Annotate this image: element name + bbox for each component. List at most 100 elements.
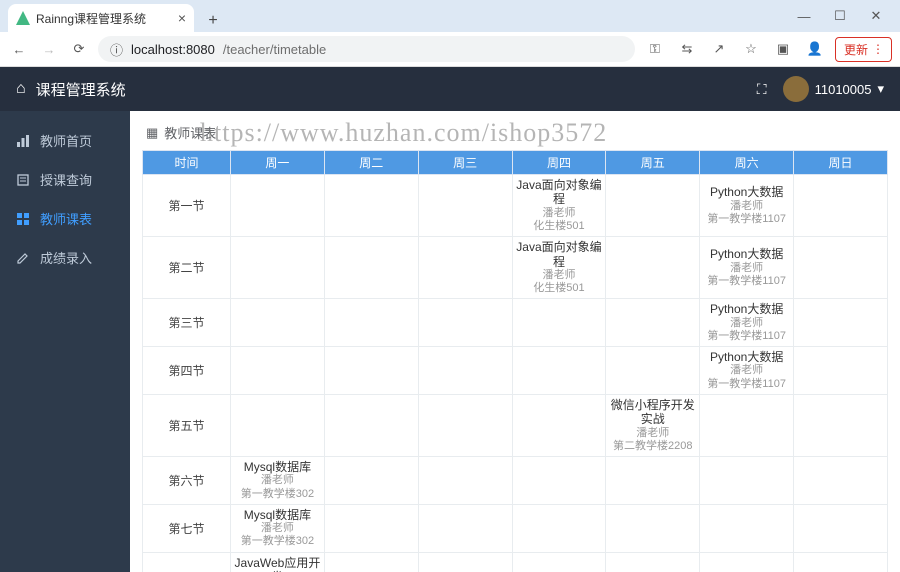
timetable-cell xyxy=(231,175,325,237)
course-name: Python大数据 xyxy=(702,350,791,364)
menu-dots-icon: ⋮ xyxy=(872,42,883,56)
timetable-cell xyxy=(324,237,418,299)
panel-header: ▦ 教师课表 xyxy=(142,121,888,150)
tab-title: Rainng课程管理系统 xyxy=(36,10,172,27)
timetable-cell xyxy=(231,347,325,395)
timetable-cell xyxy=(512,552,606,572)
timetable-header-time: 时间 xyxy=(143,151,231,175)
timetable-cell xyxy=(324,299,418,347)
timetable-cell xyxy=(606,299,700,347)
course-room: 第一教学楼1107 xyxy=(702,378,791,391)
course-teacher: 潘老师 xyxy=(702,317,791,330)
timetable-header-day: 周四 xyxy=(512,151,606,175)
timetable-header-day: 周二 xyxy=(324,151,418,175)
notes-icon xyxy=(16,173,30,187)
timetable-cell: Python大数据潘老师第一教学楼1107 xyxy=(700,299,794,347)
sidebar: 教师首页 授课查询 教师课表 成绩录入 xyxy=(0,111,130,572)
course-room: 第一教学楼1107 xyxy=(702,330,791,343)
course-teacher: 潘老师 xyxy=(233,522,322,535)
period-cell: 第七节 xyxy=(143,504,231,552)
timetable-cell xyxy=(418,394,512,456)
timetable-cell xyxy=(700,504,794,552)
timetable-cell xyxy=(324,175,418,237)
site-info-icon[interactable]: ⓘ xyxy=(110,40,123,59)
timetable-cell xyxy=(794,299,888,347)
bookmark-icon[interactable]: ☆ xyxy=(739,37,763,61)
tab-close-icon[interactable]: × xyxy=(178,10,186,26)
timetable-cell: Python大数据潘老师第一教学楼1107 xyxy=(700,347,794,395)
panel-title: 教师课表 xyxy=(164,123,216,142)
url-path: /teacher/timetable xyxy=(223,42,326,57)
course-name: Python大数据 xyxy=(702,185,791,199)
timetable-cell: Mysql数据库潘老师第一教学楼302 xyxy=(231,504,325,552)
edit-icon xyxy=(16,251,30,265)
period-cell: 第五节 xyxy=(143,394,231,456)
key-icon[interactable]: ⚿ xyxy=(643,37,667,61)
timetable-cell xyxy=(324,504,418,552)
translate-icon[interactable]: ⇆ xyxy=(675,37,699,61)
timetable-cell xyxy=(794,347,888,395)
browser-tab-strip: Rainng课程管理系统 × + — ☐ ✕ xyxy=(0,0,900,32)
sidebar-item-grade-entry[interactable]: 成绩录入 xyxy=(0,238,130,277)
window-close-icon[interactable]: ✕ xyxy=(868,8,884,24)
timetable-cell xyxy=(512,347,606,395)
timetable-cell xyxy=(512,299,606,347)
url-bar[interactable]: ⓘ localhost:8080/teacher/timetable xyxy=(98,36,635,62)
timetable-row: 第二节Java面向对象编程潘老师化生楼501Python大数据潘老师第一教学楼1… xyxy=(143,237,888,299)
update-button[interactable]: 更新 ⋮ xyxy=(835,37,892,62)
timetable-header-day: 周六 xyxy=(700,151,794,175)
nav-reload-icon[interactable]: ⟳ xyxy=(68,38,90,60)
timetable-header-day: 周三 xyxy=(418,151,512,175)
course-room: 化生楼501 xyxy=(515,220,604,233)
grid-icon xyxy=(16,212,30,226)
sidebar-item-course-query[interactable]: 授课查询 xyxy=(0,160,130,199)
timetable-cell xyxy=(418,237,512,299)
home-icon[interactable]: ⌂ xyxy=(16,80,26,98)
timetable-cell xyxy=(794,552,888,572)
timetable-cell xyxy=(418,552,512,572)
fullscreen-icon[interactable]: ⛶ xyxy=(757,81,767,98)
new-tab-button[interactable]: + xyxy=(202,10,224,32)
timetable-cell xyxy=(418,175,512,237)
period-cell: 第三节 xyxy=(143,299,231,347)
user-menu[interactable]: 11010005 ▾ xyxy=(783,76,884,102)
timetable-cell xyxy=(606,237,700,299)
timetable-cell: Mysql数据库潘老师第一教学楼302 xyxy=(231,457,325,505)
timetable-cell xyxy=(700,394,794,456)
timetable-cell xyxy=(794,504,888,552)
window-maximize-icon[interactable]: ☐ xyxy=(832,8,848,24)
sidebar-item-timetable[interactable]: 教师课表 xyxy=(0,199,130,238)
window-minimize-icon[interactable]: — xyxy=(796,9,812,24)
period-cell: 第二节 xyxy=(143,237,231,299)
sidepanel-icon[interactable]: ▣ xyxy=(771,37,795,61)
timetable-cell xyxy=(606,504,700,552)
app-title-area: ⌂ 课程管理系统 xyxy=(16,79,126,100)
timetable-cell xyxy=(512,504,606,552)
timetable-cell xyxy=(512,457,606,505)
timetable-cell xyxy=(231,299,325,347)
nav-back-icon[interactable]: ← xyxy=(8,38,30,60)
timetable-cell xyxy=(794,394,888,456)
timetable-cell xyxy=(418,347,512,395)
sidebar-item-teacher-home[interactable]: 教师首页 xyxy=(0,121,130,160)
profile-icon[interactable]: 👤 xyxy=(803,37,827,61)
timetable-cell: Java面向对象编程潘老师化生楼501 xyxy=(512,237,606,299)
avatar xyxy=(783,76,809,102)
course-name: JavaWeb应用开发 xyxy=(233,556,322,572)
timetable-header-day: 周日 xyxy=(794,151,888,175)
timetable-cell xyxy=(324,457,418,505)
timetable-row: 第六节Mysql数据库潘老师第一教学楼302 xyxy=(143,457,888,505)
timetable-row: 第三节 Python大数据潘老师第一教学楼1107 xyxy=(143,299,888,347)
timetable-header-day: 周一 xyxy=(231,151,325,175)
timetable-cell xyxy=(418,457,512,505)
sidebar-item-label: 教师首页 xyxy=(40,131,92,150)
timetable-row: 第五节微信小程序开发实战潘老师第二教学楼2208 xyxy=(143,394,888,456)
course-room: 第一教学楼1107 xyxy=(702,213,791,226)
course-room: 第一教学楼302 xyxy=(233,535,322,548)
browser-tab[interactable]: Rainng课程管理系统 × xyxy=(8,4,194,32)
sidebar-item-label: 授课查询 xyxy=(40,170,92,189)
share-icon[interactable]: ↗ xyxy=(707,37,731,61)
course-teacher: 潘老师 xyxy=(608,427,697,440)
timetable-cell: JavaWeb应用开发潘老师综合楼304 xyxy=(231,552,325,572)
course-teacher: 潘老师 xyxy=(515,207,604,220)
